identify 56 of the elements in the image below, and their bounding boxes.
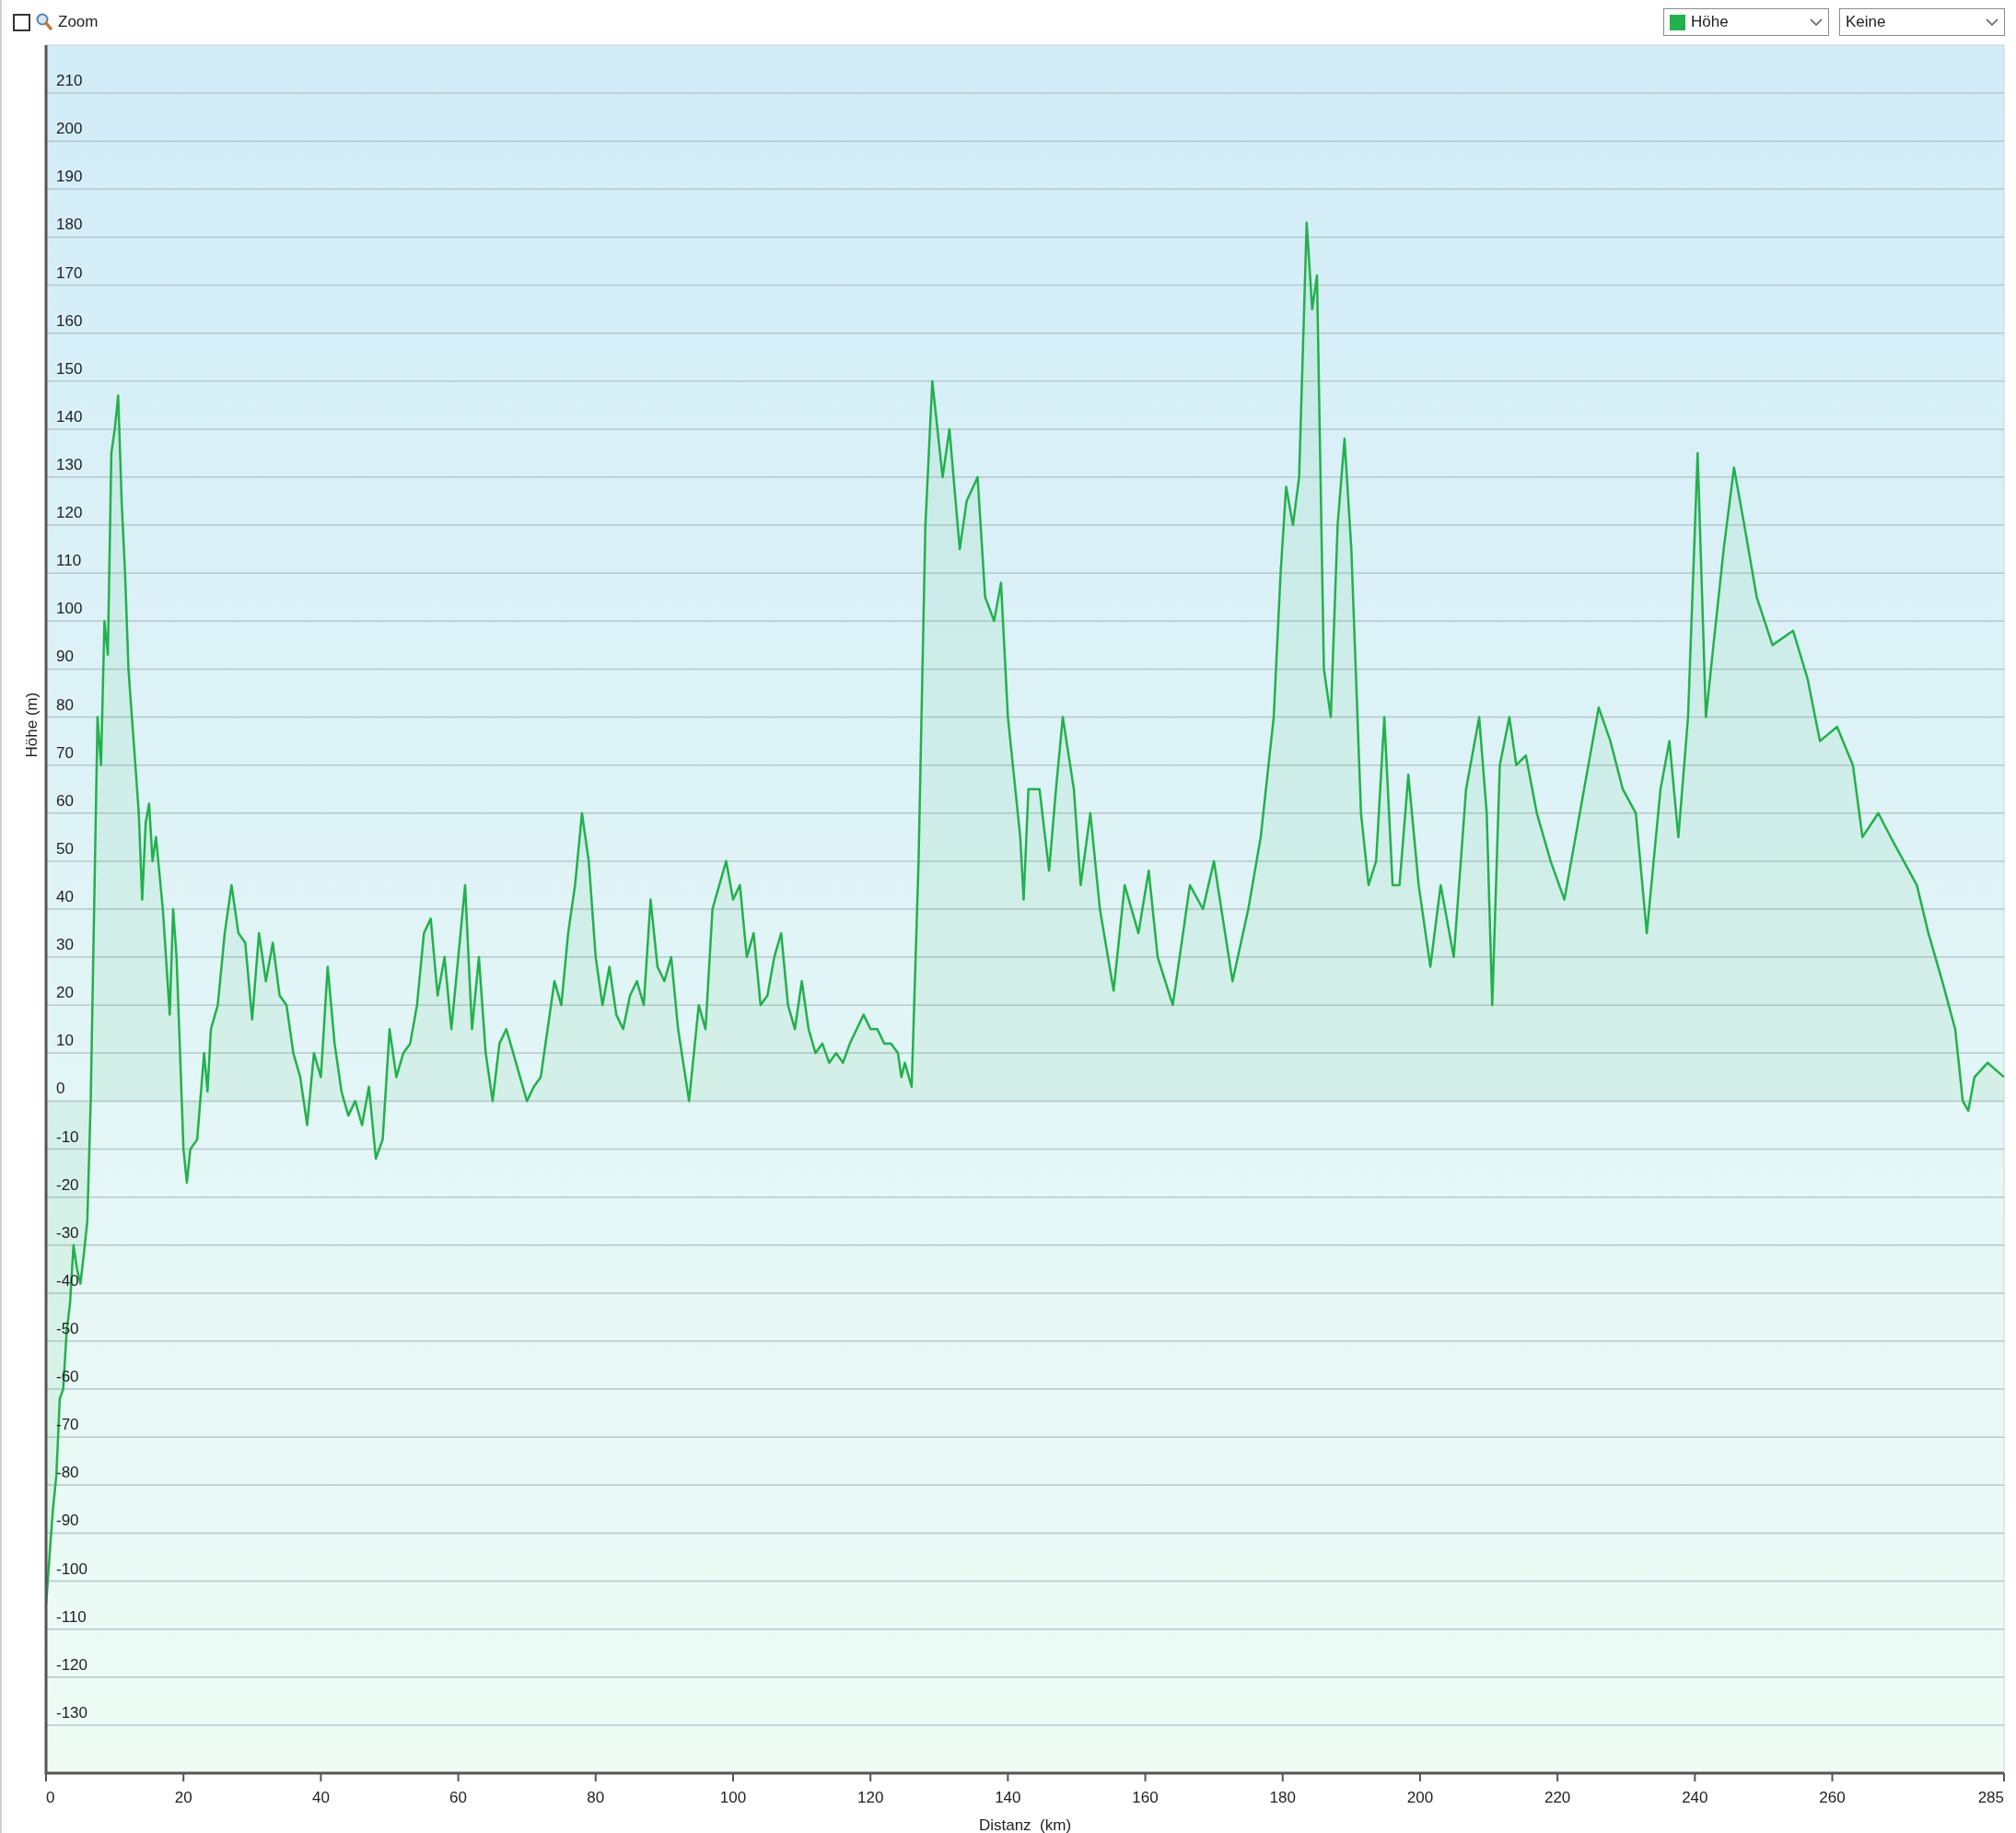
zoom-checkbox[interactable] <box>13 13 30 31</box>
y-tick-label: 50 <box>56 839 74 858</box>
y-tick-label: 80 <box>56 695 74 714</box>
x-tick-label: 160 <box>1132 1789 1159 1806</box>
y-axis-title: Höhe (m) <box>23 692 41 758</box>
x-tick-label: 200 <box>1406 1789 1434 1806</box>
x-tick-label: 285 <box>1977 1789 2004 1806</box>
y-tick-label: 200 <box>56 120 83 138</box>
y-tick-label: 110 <box>56 552 82 570</box>
y-tick-label: 70 <box>56 743 74 762</box>
y-tick-label: 0 <box>56 1080 65 1098</box>
y-tick-label: 40 <box>56 888 74 905</box>
y-tick-label: 100 <box>56 600 83 618</box>
y-tick-label: 170 <box>56 263 83 282</box>
x-axis-title: Distanz (km) <box>978 1816 1072 1833</box>
chevron-down-icon <box>1986 18 1999 27</box>
y-tick-label: -110 <box>56 1607 87 1626</box>
compare-select[interactable]: Keine <box>1839 8 2005 36</box>
x-tick-label: 260 <box>1819 1789 1846 1806</box>
y-tick-label: -130 <box>56 1703 88 1722</box>
y-tick-label: -10 <box>56 1127 79 1146</box>
x-tick-label: 100 <box>719 1789 747 1806</box>
x-tick-label: 180 <box>1269 1789 1296 1806</box>
select-value: Keine <box>1846 12 1887 33</box>
y-tick-label: -30 <box>56 1223 79 1242</box>
y-tick-label: 20 <box>56 984 74 1002</box>
x-tick-label: 220 <box>1544 1789 1571 1806</box>
zoom-label: Zoom <box>58 12 99 33</box>
y-tick-label: 140 <box>56 407 83 426</box>
y-tick-label: 30 <box>56 936 74 954</box>
y-tick-label: 190 <box>56 168 83 186</box>
x-tick-label: 140 <box>995 1789 1021 1806</box>
series-name: Höhe <box>1691 12 1730 33</box>
y-tick-label: 180 <box>56 216 83 234</box>
y-tick-label: 160 <box>56 311 83 330</box>
x-tick-label: 40 <box>311 1789 330 1806</box>
x-tick-label: 20 <box>174 1789 192 1806</box>
y-tick-label: -90 <box>56 1512 79 1530</box>
y-tick-label: 120 <box>56 504 83 522</box>
y-tick-label: 150 <box>56 359 83 378</box>
y-tick-label: 10 <box>56 1032 74 1050</box>
y-tick-label: 210 <box>56 72 83 90</box>
x-tick-label: 60 <box>449 1789 468 1806</box>
y-tick-label: 60 <box>56 791 74 810</box>
x-tick-label: 0 <box>46 1789 55 1806</box>
y-tick-label: 90 <box>56 648 74 666</box>
magnifier-icon <box>36 13 52 31</box>
chevron-down-icon <box>1810 18 1823 27</box>
x-tick-label: 240 <box>1682 1789 1708 1806</box>
x-tick-label: 80 <box>587 1789 605 1806</box>
y-tick-label: -120 <box>56 1655 88 1674</box>
y-tick-label: 130 <box>56 456 83 473</box>
y-tick-label: -20 <box>56 1175 79 1194</box>
x-tick-label: 120 <box>857 1789 884 1806</box>
y-tick-label: -100 <box>56 1559 88 1578</box>
series-select[interactable]: Höhe <box>1663 8 1829 36</box>
